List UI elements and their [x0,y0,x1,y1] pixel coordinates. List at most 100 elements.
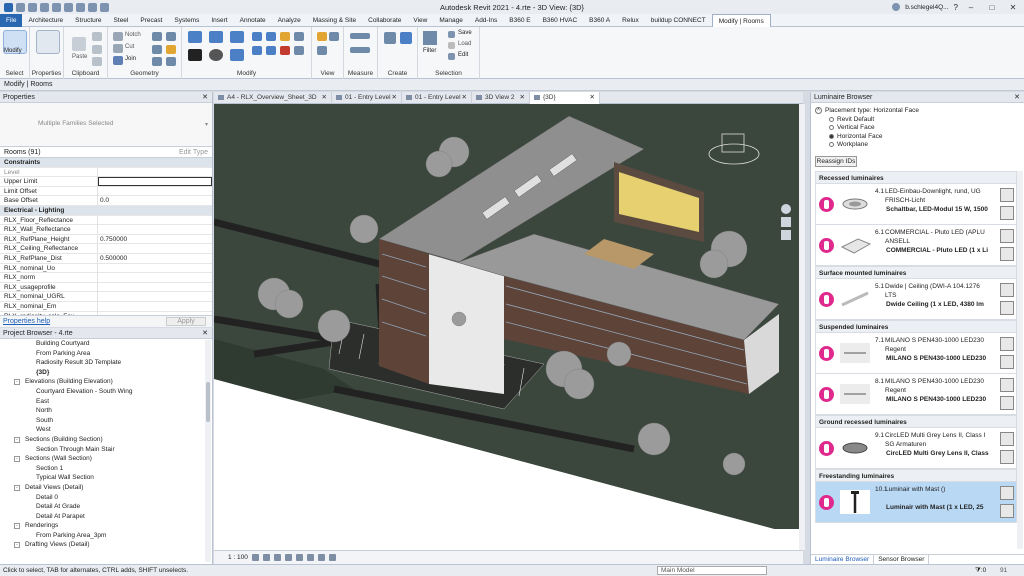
browser-tree-item[interactable]: Radiosity Result 3D Template [0,358,212,368]
tab-structure[interactable]: Structure [69,14,107,27]
save-selection-label[interactable]: Save [458,30,472,36]
collapse-placement-icon[interactable]: ˄ [815,107,822,114]
redo-icon[interactable] [52,2,61,12]
browser-tree-item[interactable]: Building Courtyard [0,339,212,349]
cut-icon[interactable] [92,32,102,41]
luminaire-replace-button[interactable] [1000,301,1014,315]
browser-tree-item[interactable]: South [0,416,212,426]
reassign-ids-button[interactable]: Reassign IDs [815,156,857,167]
mirror-icon[interactable] [230,31,244,43]
property-row[interactable]: RLX_RefPlane_Height 0.750000 [0,234,212,245]
tab-buildup-connect[interactable]: buildup CONNECT [645,14,712,27]
filter-icon[interactable] [423,31,437,45]
luminaire-place-icon[interactable] [819,197,834,212]
tab-precast[interactable]: Precast [134,14,168,27]
browser-tree-item[interactable]: - Drafting Views (Detail) [0,540,212,550]
browser-tree-item[interactable]: From Parking Area_3pm [0,531,212,541]
load-selection-label[interactable]: Load [458,41,471,47]
luminaire-edit-button[interactable] [1000,229,1014,243]
luminaire-place-icon[interactable] [819,387,834,402]
browser-tree-item[interactable]: - Sections (Wall Section) [0,454,212,464]
tab-steel[interactable]: Steel [108,14,135,27]
tree-collapse-icon[interactable]: - [14,456,20,463]
luminaire-item[interactable]: 7.1 MILANO S PEN430-1000 LED230 Regent MILA… [815,333,1017,374]
tab-b360-e[interactable]: B360 E [503,14,536,27]
property-value[interactable] [98,264,212,273]
join-icon[interactable] [113,56,123,65]
property-value[interactable] [98,244,212,253]
view-tab[interactable]: 01 - Entry Level ✕ [332,92,402,104]
align-icon[interactable] [188,31,202,43]
luminaire-place-icon[interactable] [819,238,834,253]
luminaire-item[interactable]: 5.1 Dwide | Ceiling (DWI-A 104.1276 LTS Dwi… [815,279,1017,320]
property-value[interactable] [98,216,212,225]
viewport-scrollbar[interactable] [799,104,805,550]
instance-selector[interactable]: Rooms (91) Edit Type [0,147,212,158]
selection-filter[interactable]: ⧩:0 [975,565,986,576]
radio-icon[interactable] [829,116,834,122]
type-selector[interactable]: Multiple Families Selected ▾ [0,103,212,147]
view-tab[interactable]: {3D} ✕ [530,92,600,104]
tab-analyze[interactable]: Analyze [272,14,307,27]
luminaire-place-icon[interactable] [819,346,834,361]
radio-icon[interactable] [829,133,834,139]
property-value[interactable]: 0.500000 [98,254,212,263]
property-row[interactable]: RLX_nominal_Uo [0,263,212,274]
browser-tree-item[interactable]: Detail 0 [0,493,212,503]
3d-viewport[interactable] [214,104,799,550]
save-icon[interactable] [28,2,37,12]
minimize-button[interactable]: – [963,1,979,14]
zoom-icon[interactable] [781,217,791,227]
property-row[interactable]: RLX_Wall_Reflectance [0,225,212,235]
move-icon[interactable] [188,49,202,61]
properties-help-link[interactable]: Properties help [3,318,50,325]
detail-level-icon[interactable] [251,554,259,561]
shadows-icon[interactable] [284,554,292,561]
view-tool-1-icon[interactable] [317,32,327,41]
edit-selection-icon[interactable] [448,53,455,60]
property-value[interactable] [98,283,212,292]
reveal-hidden-icon[interactable] [328,554,336,561]
save-selection-icon[interactable] [448,31,455,38]
match-icon[interactable] [92,57,102,66]
orbit-icon[interactable] [781,230,791,240]
measure-icon[interactable] [76,2,85,12]
hide-isolate-icon[interactable] [317,554,325,561]
close-tab-icon[interactable]: ✕ [322,92,327,104]
view-scale[interactable]: 1 : 100 [228,554,248,561]
apply-button[interactable]: Apply [166,317,206,326]
view-tab[interactable]: 3D View 2 ✕ [472,92,530,104]
property-value[interactable] [98,168,212,177]
property-value[interactable]: 0.750000 [98,235,212,244]
tree-collapse-icon[interactable]: - [14,523,20,530]
building-3d-model[interactable] [214,104,799,550]
notch-icon[interactable] [113,32,123,41]
type-selector-chevron-icon[interactable]: ▾ [205,121,208,128]
array-icon[interactable] [294,32,304,41]
close-properties-icon[interactable]: ✕ [202,92,208,103]
view-tool-3-icon[interactable] [317,46,327,55]
tab-view[interactable]: View [407,14,433,27]
rotate-icon[interactable] [209,49,223,61]
load-selection-icon[interactable] [448,42,455,49]
browser-tree-item[interactable]: - Renderings [0,521,212,531]
user-icon[interactable] [892,3,901,11]
luminaire-replace-button[interactable] [1000,355,1014,369]
geometry-tool-1-icon[interactable] [152,32,162,41]
undo-icon[interactable] [40,2,49,12]
luminaire-place-icon[interactable] [819,441,834,456]
luminaire-edit-button[interactable] [1000,378,1014,392]
property-row[interactable]: RLX_nominal_Em [0,301,212,312]
browser-tree-item[interactable]: - Detail Views (Detail) [0,483,212,493]
luminaire-category[interactable]: Ground recessed luminaires [815,415,1017,428]
close-tab-icon[interactable]: ✕ [520,92,525,104]
placement-option[interactable]: Revit Default [815,115,1020,124]
visual-style-icon[interactable] [262,554,270,561]
tab-insert[interactable]: Insert [205,14,233,27]
property-value[interactable] [98,273,212,282]
tab-systems[interactable]: Systems [168,14,205,27]
tab-relux[interactable]: Relux [616,14,645,27]
scale-icon[interactable] [280,32,290,41]
paste-icon[interactable] [72,37,86,51]
edit-selection-label[interactable]: Edit [458,52,468,58]
